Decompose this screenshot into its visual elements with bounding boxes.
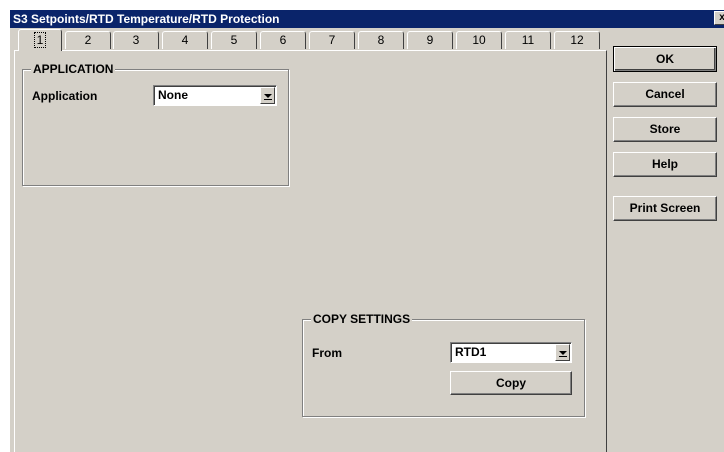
tab-6[interactable]: 6: [260, 31, 306, 49]
print-screen-button[interactable]: Print Screen: [613, 196, 717, 221]
application-select-value: None: [158, 88, 188, 102]
store-button[interactable]: Store: [613, 117, 717, 142]
tab-12[interactable]: 12: [554, 31, 600, 49]
tab-7[interactable]: 7: [309, 31, 355, 49]
tab-panel: APPLICATION Application None COPY SETTIN…: [14, 50, 607, 452]
copy-settings-legend: COPY SETTINGS: [311, 312, 413, 326]
tab-2[interactable]: 2: [65, 31, 111, 49]
ok-button[interactable]: OK: [613, 46, 717, 72]
copy-button[interactable]: Copy: [450, 371, 572, 395]
tab-11[interactable]: 11: [505, 31, 551, 49]
tab-5[interactable]: 5: [211, 31, 257, 49]
close-icon[interactable]: x: [714, 11, 724, 25]
dialog-window: S3 Setpoints/RTD Temperature/RTD Protect…: [10, 10, 724, 452]
tab-4[interactable]: 4: [162, 31, 208, 49]
help-button[interactable]: Help: [613, 152, 717, 177]
cancel-button[interactable]: Cancel: [613, 82, 717, 107]
copy-settings-group: COPY SETTINGS From RTD1 Copy: [302, 312, 585, 417]
window-title: S3 Setpoints/RTD Temperature/RTD Protect…: [13, 12, 280, 26]
application-label: Application: [32, 89, 98, 103]
application-group-legend: APPLICATION: [31, 62, 116, 76]
from-select-value: RTD1: [455, 345, 487, 359]
application-select[interactable]: None: [153, 85, 277, 106]
title-bar: S3 Setpoints/RTD Temperature/RTD Protect…: [10, 10, 724, 28]
tab-8[interactable]: 8: [358, 31, 404, 49]
tab-10[interactable]: 10: [456, 31, 502, 49]
chevron-down-icon[interactable]: [260, 87, 275, 104]
chevron-down-icon[interactable]: [555, 344, 570, 361]
tab-3[interactable]: 3: [113, 31, 159, 49]
tab-1[interactable]: 1: [18, 29, 62, 51]
application-group: APPLICATION Application None: [22, 62, 289, 186]
from-select[interactable]: RTD1: [450, 342, 572, 363]
from-label: From: [312, 346, 342, 360]
tab-9[interactable]: 9: [407, 31, 453, 49]
